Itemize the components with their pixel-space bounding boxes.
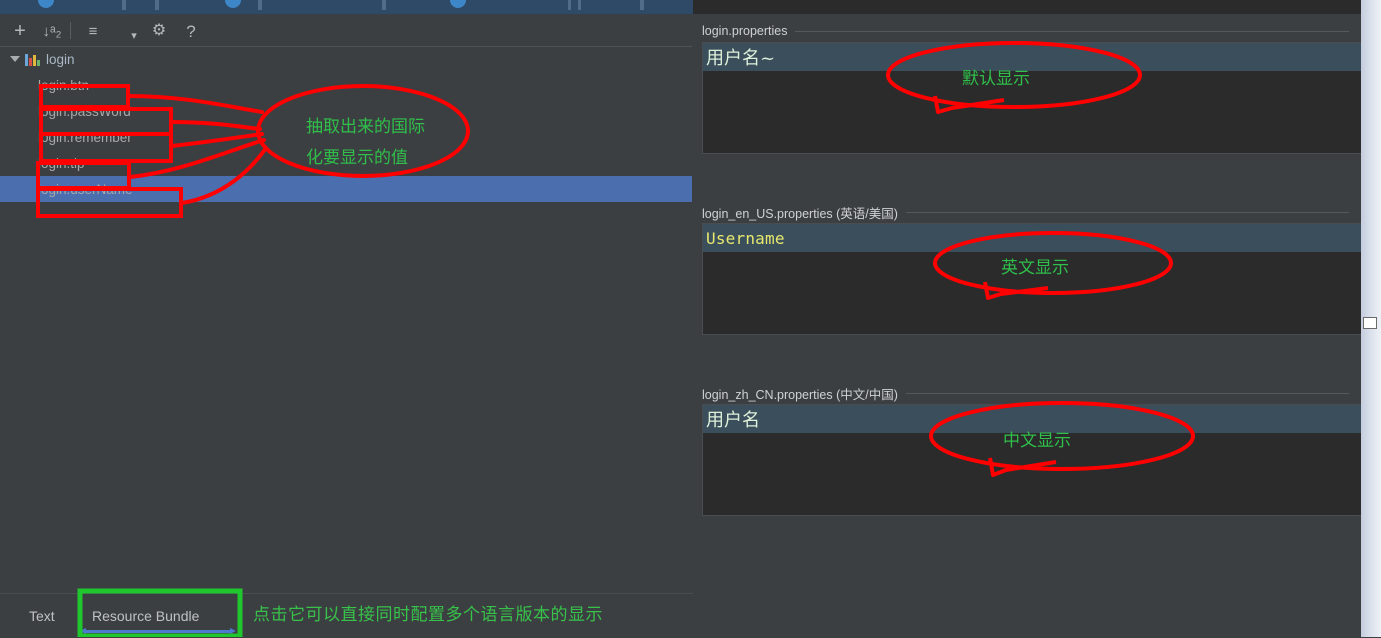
resource-bundle-tree-panel: + ↓ᵃ₂ ≡ ▾ ⚙ ? login login.btn login.pass…: [0, 14, 692, 593]
tree-item-login-username[interactable]: login.userName: [0, 176, 692, 202]
header-rule: [905, 392, 1349, 394]
property-value-text: Username: [706, 228, 785, 248]
tree-item-login-btn[interactable]: login.btn: [0, 72, 692, 98]
toolbar-icon-8[interactable]: [568, 0, 571, 10]
annotation-text-default-display: 默认显示: [962, 69, 1030, 89]
property-value-row[interactable]: Username: [703, 224, 1365, 252]
property-value-text: 用户名: [706, 410, 760, 431]
top-right-strip: [693, 0, 1381, 14]
toolbar-icon-7[interactable]: [450, 0, 466, 8]
resize-cursor-icon: [1363, 317, 1377, 329]
tree-item-label: login.btn: [38, 77, 90, 93]
property-file-name: login_en_US.properties (英语/美国): [702, 206, 898, 221]
toolbar-icon-9[interactable]: [578, 0, 581, 10]
annotation-text-tree-line2: 化要显示的值: [306, 148, 408, 168]
tree-item-label: login.tip: [38, 155, 85, 171]
property-editor-en-us[interactable]: Username: [702, 223, 1366, 335]
tab-resource-bundle[interactable]: Resource Bundle: [92, 604, 199, 628]
group-by-prefix-button[interactable]: ≡: [82, 20, 104, 42]
toolbar-icon-4[interactable]: [225, 0, 241, 8]
active-tab-underline: [80, 628, 236, 634]
tree-item-label: login.remember: [38, 129, 132, 145]
header-rule: [795, 30, 1349, 32]
top-toolbar-strip: [0, 0, 693, 14]
chevron-down-icon[interactable]: ▾: [123, 25, 145, 47]
property-editor-default[interactable]: 用户名~: [702, 42, 1366, 154]
toolbar-icon-3[interactable]: [155, 0, 159, 10]
tab-label: Text: [29, 608, 55, 624]
add-property-button[interactable]: +: [9, 20, 31, 42]
property-file-header: login.properties: [693, 20, 1361, 42]
annotation-text-english-display: 英文显示: [1001, 258, 1069, 278]
toolbar-icon-2[interactable]: [122, 0, 126, 10]
property-value-text: 用户名~: [706, 48, 776, 69]
sort-alphabetically-button[interactable]: ↓ᵃ₂: [41, 20, 63, 42]
toolbar-icon-1[interactable]: [38, 0, 54, 8]
toolbar-icon-6[interactable]: [382, 0, 386, 10]
property-file-name: login_zh_CN.properties (中文/中国): [702, 387, 898, 402]
resource-bundle-icon: [25, 52, 40, 66]
toolbar-icon-10[interactable]: [640, 0, 644, 10]
toolbar-separator: [70, 22, 71, 39]
toolbar-icon-5[interactable]: [258, 0, 262, 10]
expand-triangle-icon[interactable]: [8, 53, 21, 66]
tab-label: Resource Bundle: [92, 608, 200, 624]
tab-text[interactable]: Text: [29, 604, 55, 628]
tree-item-label: login.passWord: [38, 103, 131, 119]
tree-item-label: login.userName: [38, 181, 133, 197]
tree-root-login[interactable]: login: [0, 46, 692, 72]
property-file-header: login_en_US.properties (英语/美国): [693, 201, 1361, 223]
tree-root-label: login: [46, 51, 75, 67]
property-values-panel: login.properties 用户名~ login_en_US.proper…: [693, 14, 1366, 637]
property-file-name: login.properties: [702, 24, 788, 38]
gear-icon[interactable]: ⚙: [148, 20, 170, 42]
property-editor-body[interactable]: [703, 71, 1365, 153]
property-editor-zh-cn[interactable]: 用户名: [702, 404, 1366, 516]
bottom-annotation-text: 点击它可以直接同时配置多个语言版本的显示: [253, 605, 603, 625]
property-file-header: login_zh_CN.properties (中文/中国): [693, 382, 1361, 404]
annotation-text-chinese-display: 中文显示: [1003, 431, 1071, 451]
property-value-row[interactable]: 用户名~: [703, 43, 1365, 71]
annotation-text-tree-line1: 抽取出来的国际: [306, 117, 425, 137]
tree-toolbar: + ↓ᵃ₂ ≡ ▾ ⚙ ?: [0, 14, 692, 47]
help-icon[interactable]: ?: [180, 20, 202, 42]
header-rule: [905, 211, 1349, 213]
